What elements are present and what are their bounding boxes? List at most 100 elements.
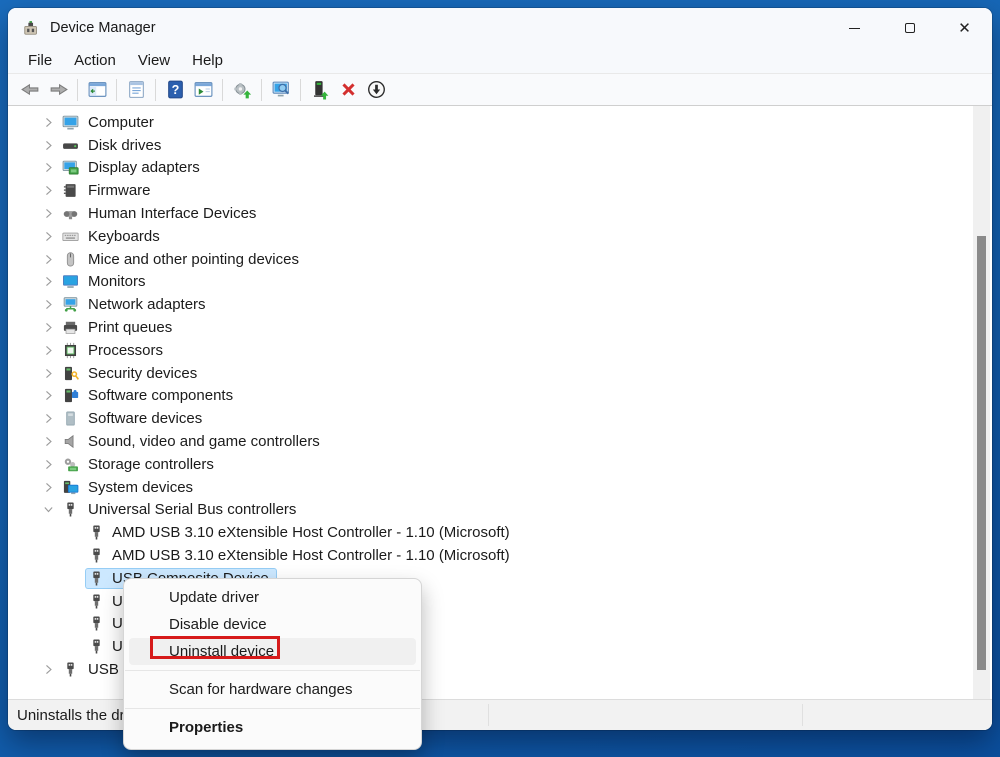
chevron-right-icon[interactable]	[40, 479, 56, 495]
titlebar: Device Manager ✕	[8, 8, 992, 48]
menu-item-update-driver[interactable]: Update driver	[124, 584, 421, 611]
tree-item[interactable]: Mice and other pointing devices	[8, 248, 992, 271]
tree-item-label: Computer	[88, 114, 154, 131]
back-icon	[20, 79, 41, 100]
menu-item-uninstall-device[interactable]: Uninstall device	[129, 638, 416, 665]
chevron-right-icon[interactable]	[40, 251, 56, 267]
tree-item-label: U	[112, 593, 123, 610]
disable-device-button[interactable]	[362, 77, 390, 103]
tree-item-label: Security devices	[88, 365, 197, 382]
chevron-right-icon[interactable]	[40, 297, 56, 313]
storage-controller-icon	[62, 456, 80, 473]
forward-icon	[48, 79, 69, 100]
toolbar-separator	[155, 79, 156, 101]
tree-item[interactable]: Human Interface Devices	[8, 202, 992, 225]
show-action-pane-button[interactable]	[189, 77, 217, 103]
tree-item[interactable]: Storage controllers	[8, 453, 992, 476]
tree-item[interactable]: Computer	[8, 111, 992, 134]
update-driver-icon	[232, 79, 253, 100]
chevron-right-icon[interactable]	[40, 342, 56, 358]
display-adapter-icon	[62, 159, 80, 176]
chevron-right-icon[interactable]	[40, 662, 56, 678]
tree-item-label: Storage controllers	[88, 456, 214, 473]
tree-item[interactable]: Processors	[8, 339, 992, 362]
properties-button[interactable]	[122, 77, 150, 103]
tree-item[interactable]: Disk drives	[8, 134, 992, 157]
context-menu-separator	[125, 670, 420, 671]
help-button[interactable]: ?	[161, 77, 189, 103]
update-device-driver-button[interactable]	[306, 77, 334, 103]
device-manager-app-icon	[22, 20, 39, 37]
tree-item[interactable]: Print queues	[8, 316, 992, 339]
tree-item[interactable]: Sound, video and game controllers	[8, 430, 992, 453]
chevron-down-icon[interactable]	[40, 502, 56, 518]
close-button[interactable]: ✕	[937, 8, 992, 48]
tree-item[interactable]: Display adapters	[8, 157, 992, 180]
tree-item[interactable]: Firmware	[8, 179, 992, 202]
chevron-right-icon[interactable]	[40, 206, 56, 222]
tree-item[interactable]: AMD USB 3.10 eXtensible Host Controller …	[8, 544, 992, 567]
chevron-right-icon[interactable]	[40, 183, 56, 199]
chevron-right-icon[interactable]	[40, 320, 56, 336]
tree-item-label: Firmware	[88, 182, 151, 199]
update-driver-button[interactable]	[228, 77, 256, 103]
tree-item[interactable]: System devices	[8, 476, 992, 499]
usb-icon	[62, 501, 80, 518]
menubar-item-file[interactable]: File	[17, 50, 63, 71]
menubar: FileActionViewHelp	[8, 48, 992, 74]
software-component-icon	[62, 387, 80, 404]
toolbar-separator	[261, 79, 262, 101]
chevron-right-icon[interactable]	[40, 160, 56, 176]
tree-item[interactable]: Universal Serial Bus controllers	[8, 499, 992, 522]
chevron-right-icon[interactable]	[40, 137, 56, 153]
toolbar-separator	[77, 79, 78, 101]
tree-item-label: Mice and other pointing devices	[88, 251, 299, 268]
menubar-item-help[interactable]: Help	[181, 50, 234, 71]
tree-item[interactable]: Monitors	[8, 271, 992, 294]
chevron-right-icon[interactable]	[40, 411, 56, 427]
tree-item[interactable]: AMD USB 3.10 eXtensible Host Controller …	[8, 521, 992, 544]
back-button[interactable]	[16, 77, 44, 103]
usb-icon	[88, 570, 106, 587]
help-icon: ?	[165, 79, 186, 100]
network-adapter-icon	[62, 296, 80, 313]
print-queue-icon	[62, 319, 80, 336]
window-title: Device Manager	[50, 20, 156, 36]
tree-item[interactable]: Security devices	[8, 362, 992, 385]
chevron-right-icon[interactable]	[40, 228, 56, 244]
close-icon: ✕	[958, 21, 971, 36]
tree-item-label: Software devices	[88, 410, 202, 427]
tree-item[interactable]: Software components	[8, 385, 992, 408]
tree-item-label: U	[112, 615, 123, 632]
tree-item[interactable]: Network adapters	[8, 293, 992, 316]
scan-hardware-changes-button[interactable]	[267, 77, 295, 103]
usb-icon	[88, 524, 106, 541]
toolbar: ?	[8, 74, 992, 106]
scrollbar-thumb[interactable]	[977, 236, 986, 670]
chevron-right-icon[interactable]	[40, 365, 56, 381]
menubar-item-action[interactable]: Action	[63, 50, 127, 71]
properties-icon	[126, 79, 147, 100]
chevron-right-icon[interactable]	[40, 114, 56, 130]
chevron-right-icon[interactable]	[40, 434, 56, 450]
tree-item-label: Processors	[88, 342, 163, 359]
tree-item[interactable]: Software devices	[8, 407, 992, 430]
menubar-item-view[interactable]: View	[127, 50, 181, 71]
chevron-right-icon[interactable]	[40, 274, 56, 290]
software-device-icon	[62, 410, 80, 427]
chevron-right-icon[interactable]	[40, 456, 56, 472]
show-console-tree-button[interactable]	[83, 77, 111, 103]
tree-item-label: Keyboards	[88, 228, 160, 245]
tree-item[interactable]: Keyboards	[8, 225, 992, 248]
chevron-right-icon[interactable]	[40, 388, 56, 404]
uninstall-device-button[interactable]	[334, 77, 362, 103]
menu-item-disable-device[interactable]: Disable device	[124, 611, 421, 638]
minimize-button[interactable]	[827, 8, 882, 48]
scrollbar[interactable]	[973, 106, 990, 699]
menu-item-scan-for-hardware-changes[interactable]: Scan for hardware changes	[124, 676, 421, 703]
maximize-button[interactable]	[882, 8, 937, 48]
context-menu-separator	[125, 708, 420, 709]
forward-button[interactable]	[44, 77, 72, 103]
menu-item-properties[interactable]: Properties	[124, 714, 421, 741]
tree-item-label: Human Interface Devices	[88, 205, 256, 222]
